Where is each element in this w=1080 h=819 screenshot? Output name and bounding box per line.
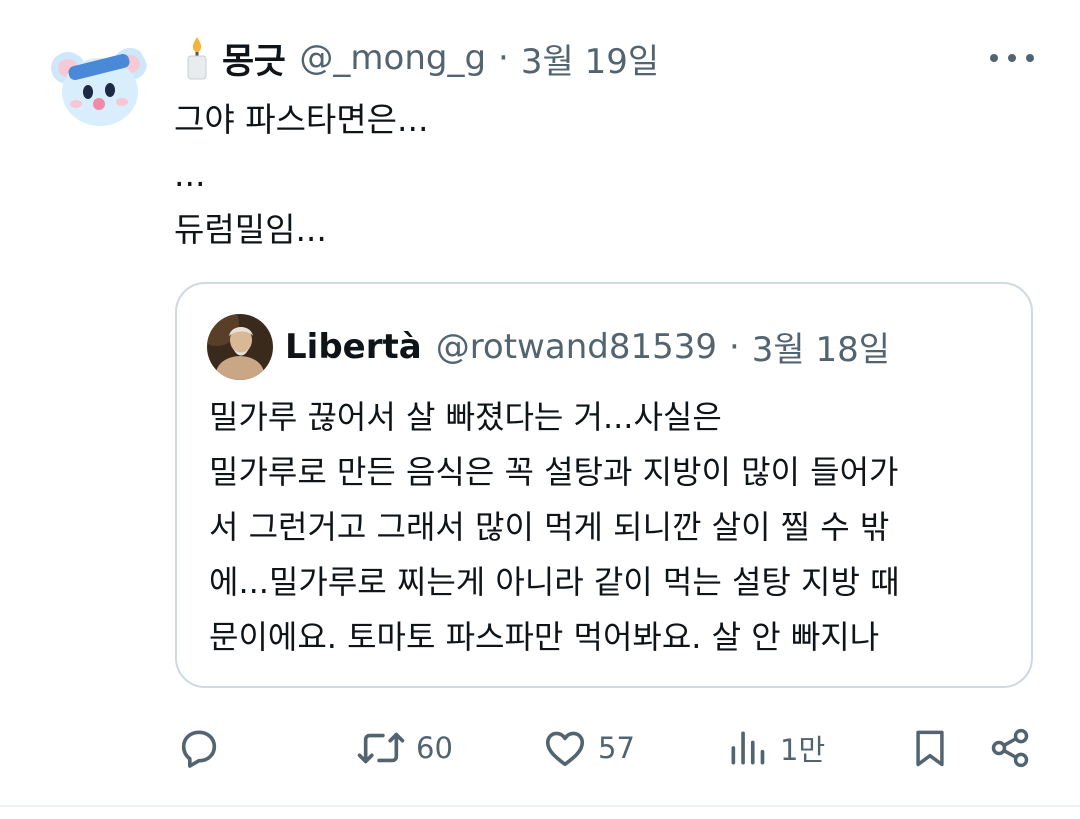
author-name[interactable]: 몽긋 bbox=[222, 33, 286, 84]
quoted-avatar[interactable] bbox=[207, 314, 273, 380]
more-dot bbox=[990, 54, 998, 62]
quoted-author-name[interactable]: Libertà bbox=[285, 327, 422, 367]
more-options-button[interactable] bbox=[990, 44, 1034, 72]
share-icon bbox=[988, 725, 1032, 771]
bookmark-button[interactable] bbox=[908, 716, 952, 780]
avatar[interactable] bbox=[46, 30, 150, 134]
like-count: 57 bbox=[598, 731, 635, 765]
views-button[interactable]: 1만 bbox=[726, 716, 825, 780]
tweet[interactable]: 몽긋 @_mong_g · 3월 19일 그야 파스타면은... ... 듀럼밀… bbox=[0, 0, 1080, 805]
quoted-tweet[interactable]: Libertà @rotwand81539 · 3월 18일 밀가루 끊어서 살… bbox=[175, 282, 1033, 688]
tweet-text: 그야 파스타면은... ... 듀럼밀임... bbox=[174, 92, 428, 257]
quoted-text-line: 서 그런거고 그래서 많이 먹게 되니깐 살이 찔 수 밖 bbox=[209, 508, 890, 546]
quoted-text-line: 밀가루 끊어서 살 빠졌다는 거...사실은 bbox=[209, 398, 722, 436]
divider bbox=[0, 805, 1080, 807]
reply-button[interactable] bbox=[176, 716, 232, 780]
tweet-text-line: ... bbox=[174, 155, 206, 194]
share-button[interactable] bbox=[988, 716, 1032, 780]
retweet-count: 60 bbox=[416, 731, 453, 765]
action-bar: 60 57 1만 bbox=[0, 716, 1080, 780]
more-dot bbox=[1008, 54, 1016, 62]
tweet-header: 몽긋 @_mong_g · 3월 19일 bbox=[180, 34, 659, 82]
views-count: 1만 bbox=[780, 733, 826, 767]
quoted-text: 밀가루 끊어서 살 빠졌다는 거...사실은 밀가루로 만든 음식은 꼭 설탕과… bbox=[209, 390, 1009, 665]
quoted-date: 3월 18일 bbox=[751, 330, 891, 370]
heart-icon bbox=[542, 725, 588, 771]
reply-icon bbox=[176, 725, 222, 771]
quoted-header: Libertà @rotwand81539 · 3월 18일 bbox=[285, 322, 890, 371]
quoted-meta-separator: · bbox=[728, 326, 740, 367]
bookmark-icon bbox=[908, 725, 952, 771]
views-icon bbox=[726, 725, 770, 771]
retweet-button[interactable]: 60 bbox=[356, 716, 453, 780]
quoted-author-handle[interactable]: @rotwand81539 bbox=[436, 327, 717, 367]
more-dot bbox=[1026, 54, 1034, 62]
meta-separator: · bbox=[498, 38, 509, 78]
tweet-text-line: 듀럼밀임... bbox=[174, 210, 327, 249]
quoted-text-line: 밀가루로 만든 음식은 꼭 설탕과 지방이 많이 들어가 bbox=[209, 453, 899, 491]
candle-icon bbox=[180, 35, 214, 81]
author-handle[interactable]: @_mong_g bbox=[299, 38, 486, 78]
quoted-text-line: 에...밀가루로 찌는게 아니라 같이 먹는 설탕 지방 때 bbox=[209, 563, 900, 601]
retweet-icon bbox=[356, 725, 406, 771]
tweet-text-line: 그야 파스타면은... bbox=[174, 100, 429, 139]
like-button[interactable]: 57 bbox=[542, 716, 635, 780]
tweet-date[interactable]: 3월 19일 bbox=[521, 34, 659, 83]
quoted-text-line: 문이에요. 토마토 파스파만 먹어봐요. 살 안 빠지나 bbox=[209, 618, 880, 656]
